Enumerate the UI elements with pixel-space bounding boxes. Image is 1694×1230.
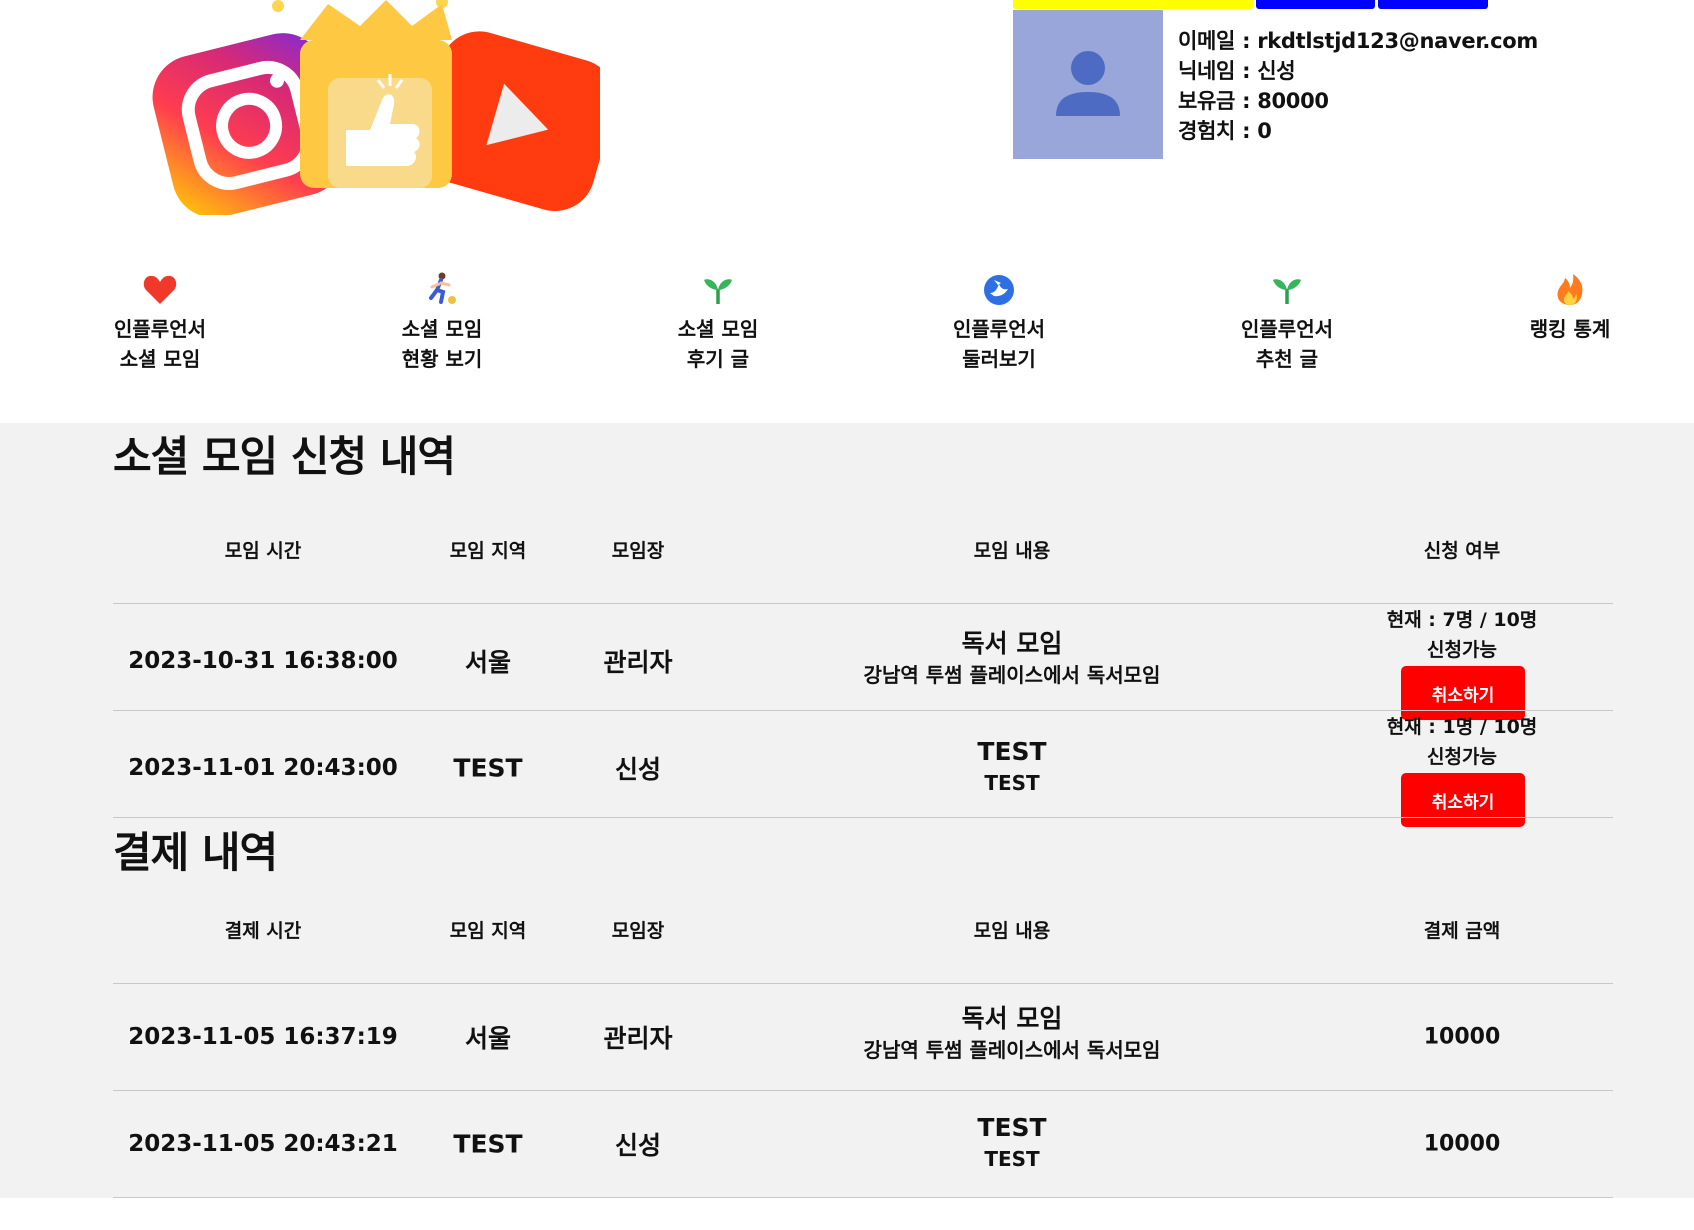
payments-header-content: 모임 내용 (973, 920, 1051, 942)
payments-header-leader: 모임장 (611, 920, 665, 942)
payments-title: 결제 내역 (113, 828, 278, 877)
payments-header-time: 결제 시간 (224, 920, 302, 942)
payment-meeting: 독서 모임 강남역 투썸 플레이스에서 독서모임 (864, 1003, 1161, 1065)
sprout-icon (704, 279, 732, 304)
application-meeting-desc: TEST (984, 771, 1040, 795)
profile-exp-row: 경험치 : 0 (1178, 116, 1538, 146)
profile-nickname: 신성 (1257, 59, 1296, 83)
application-region: TEST (453, 753, 523, 783)
nav-ranking-stats[interactable]: 랭킹 통계 (1460, 270, 1680, 344)
nav-social-meeting-status[interactable]: 소셜 모임 현황 보기 (332, 270, 552, 374)
avatar-head (1071, 51, 1105, 85)
top-blue-button-1[interactable] (1256, 0, 1375, 9)
profile-email: rkdtlstjd123@naver.com (1257, 29, 1538, 53)
nav-social-meeting-reviews[interactable]: 소셜 모임 후기 글 (608, 270, 828, 374)
applications-header-time: 모임 시간 (224, 540, 302, 562)
applications-header-leader: 모임장 (611, 540, 665, 562)
profile-exp: 0 (1257, 119, 1272, 143)
profile-avatar (1013, 10, 1163, 159)
profile-nickname-row: 닉네임 : 신성 (1178, 56, 1538, 86)
payment-meeting-desc: 강남역 투썸 플레이스에서 독서모임 (863, 1038, 1161, 1062)
payment-meeting: TEST TEST (977, 1112, 1046, 1174)
application-count: 현재 : 7명 / 10명 (1386, 609, 1538, 631)
application-leader: 신성 (614, 755, 662, 784)
payment-leader: 관리자 (603, 1024, 673, 1053)
profile-info: 이메일 : rkdtlstjd123@naver.com 닉네임 : 신성 보유… (1178, 26, 1538, 146)
payment-time: 2023-11-05 16:37:19 (128, 1024, 398, 1050)
nav-label: 소셜 모임 현황 보기 (401, 317, 483, 371)
nav-label: 소셜 모임 후기 글 (677, 317, 759, 371)
top-yellow-button[interactable] (1013, 0, 1253, 9)
payment-leader: 신성 (614, 1131, 662, 1160)
application-region: 서울 (464, 648, 512, 677)
content-area: 소셜 모임 신청 내역 모임 시간 모임 지역 모임장 모임 내용 신청 여부 … (0, 423, 1694, 1198)
table-divider (113, 1197, 1613, 1198)
nav-label: 인플루언서 소셜 모임 (114, 317, 206, 371)
application-time: 2023-10-31 16:38:00 (128, 648, 398, 674)
profile-email-label: 이메일 : (1178, 29, 1258, 53)
applications-header-region: 모임 지역 (449, 540, 527, 562)
profile-email-row: 이메일 : rkdtlstjd123@naver.com (1178, 26, 1538, 56)
bird-icon (984, 275, 1014, 305)
applications-header-content: 모임 내용 (973, 540, 1051, 562)
table-divider (113, 817, 1613, 818)
table-divider (113, 710, 1613, 711)
application-availability: 신청가능 (1427, 639, 1497, 661)
applications-title: 소셜 모임 신청 내역 (113, 432, 456, 481)
nav-influencer-social-meeting[interactable]: 인플루언서 소셜 모임 (50, 270, 270, 374)
profile-nickname-label: 닉네임 : (1178, 59, 1258, 83)
applications-header-status: 신청 여부 (1423, 540, 1501, 562)
nav-influencer-recommendations[interactable]: 인플루언서 추천 글 (1177, 270, 1397, 374)
payment-region: TEST (453, 1129, 523, 1159)
runner-icon (429, 272, 456, 304)
application-leader: 관리자 (603, 648, 673, 677)
payment-amount: 10000 (1423, 1131, 1501, 1157)
nav-label: 랭킹 통계 (1529, 317, 1611, 341)
heart-icon (143, 275, 177, 304)
nav-label: 인플루언서 추천 글 (1241, 317, 1333, 371)
application-meeting: 독서 모임 강남역 투썸 플레이스에서 독서모임 (864, 628, 1161, 690)
payments-header-region: 모임 지역 (449, 920, 527, 942)
payments-header-amount: 결제 금액 (1423, 920, 1501, 942)
profile-exp-label: 경험치 : (1178, 119, 1258, 143)
nav-browse-influencers[interactable]: 인플루언서 둘러보기 (889, 270, 1109, 374)
payment-amount: 10000 (1423, 1024, 1501, 1050)
application-count: 현재 : 1명 / 10명 (1386, 716, 1538, 738)
fire-icon (1557, 274, 1583, 305)
application-meeting-title: 독서 모임 (961, 629, 1063, 658)
profile-balance: 80000 (1257, 89, 1329, 113)
avatar-body (1056, 92, 1120, 116)
payment-meeting-desc: TEST (984, 1147, 1040, 1171)
application-status: 현재 : 1명 / 10명 신청가능 (1387, 712, 1538, 772)
application-meeting: TEST TEST (977, 736, 1046, 798)
sprout-icon (1273, 279, 1301, 304)
application-time: 2023-11-01 20:43:00 (128, 755, 398, 781)
application-meeting-title: TEST (977, 737, 1047, 766)
profile-balance-label: 보유금 : (1178, 89, 1258, 113)
table-divider (113, 983, 1613, 984)
application-availability: 신청가능 (1427, 746, 1497, 768)
site-logo[interactable] (150, 0, 616, 218)
application-meeting-desc: 강남역 투썸 플레이스에서 독서모임 (863, 663, 1161, 687)
payment-region: 서울 (464, 1024, 512, 1053)
nav-label: 인플루언서 둘러보기 (953, 317, 1045, 371)
table-divider (113, 603, 1613, 604)
payment-meeting-title: 독서 모임 (961, 1004, 1063, 1033)
profile-balance-row: 보유금 : 80000 (1178, 86, 1538, 116)
payment-time: 2023-11-05 20:43:21 (128, 1131, 398, 1157)
application-status: 현재 : 7명 / 10명 신청가능 (1387, 605, 1538, 665)
table-divider (113, 1090, 1613, 1091)
cancel-button[interactable]: 취소하기 (1401, 773, 1525, 827)
top-blue-button-2[interactable] (1378, 0, 1488, 9)
payment-meeting-title: TEST (977, 1113, 1047, 1142)
